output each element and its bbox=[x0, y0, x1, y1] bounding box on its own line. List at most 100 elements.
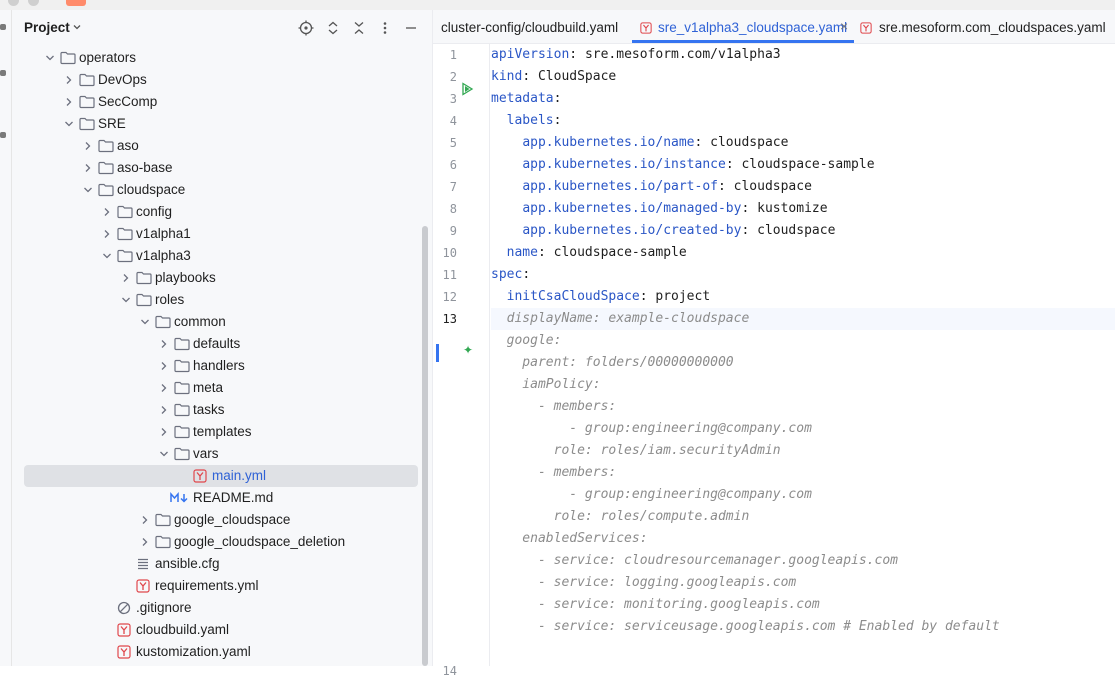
code-line[interactable]: role: roles/compute.admin bbox=[491, 506, 1115, 528]
tree-item[interactable]: aso bbox=[24, 135, 418, 157]
chevron-right-icon[interactable] bbox=[139, 514, 151, 526]
code-line[interactable]: google: bbox=[491, 330, 1115, 352]
chevron-down-icon[interactable] bbox=[82, 184, 94, 196]
window-control-icon[interactable] bbox=[28, 0, 39, 6]
tree-item[interactable]: ansible.cfg bbox=[24, 553, 418, 575]
more-icon[interactable] bbox=[375, 18, 395, 38]
tree-item[interactable]: common bbox=[24, 311, 418, 333]
code-line[interactable]: - service: logging.googleapis.com bbox=[491, 572, 1115, 594]
project-tool-icon[interactable] bbox=[0, 24, 6, 30]
chevron-right-icon[interactable] bbox=[158, 338, 170, 350]
code-line[interactable]: kind: CloudSpace bbox=[491, 66, 1115, 88]
scrollbar[interactable] bbox=[422, 226, 428, 666]
code-line[interactable]: - members: bbox=[491, 462, 1115, 484]
chevron-right-icon[interactable] bbox=[63, 96, 75, 108]
chevron-right-icon[interactable] bbox=[101, 206, 113, 218]
editor-tab[interactable]: sre.mesoform.com_cloudspaces.yaml bbox=[858, 10, 1115, 43]
code-line[interactable]: name: cloudspace-sample bbox=[491, 242, 1115, 264]
code-line[interactable]: app.kubernetes.io/part-of: cloudspace bbox=[491, 176, 1115, 198]
tree-item[interactable]: .gitignore bbox=[24, 597, 418, 619]
window-control-icon[interactable] bbox=[8, 0, 19, 6]
chevron-right-icon[interactable] bbox=[63, 74, 75, 86]
panel-title[interactable]: Project bbox=[24, 20, 70, 35]
code-line[interactable]: app.kubernetes.io/created-by: cloudspace bbox=[491, 220, 1115, 242]
tree-item[interactable]: playbooks bbox=[24, 267, 418, 289]
code-line[interactable]: initCsaCloudSpace: project bbox=[491, 286, 1115, 308]
tree-item[interactable]: templates bbox=[24, 421, 418, 443]
chevron-right-icon[interactable] bbox=[139, 536, 151, 548]
ai-suggestion-icon[interactable]: ✦ bbox=[463, 343, 473, 357]
tree-item[interactable]: DevOps bbox=[24, 69, 418, 91]
code-line[interactable]: displayName: example-cloudspace bbox=[491, 308, 1115, 330]
minimize-icon[interactable] bbox=[401, 18, 421, 38]
tool-icon[interactable] bbox=[0, 132, 6, 138]
tree-item[interactable]: operators bbox=[24, 47, 418, 69]
code-area[interactable]: apiVersion: sre.mesoform.com/v1alpha3 kin… bbox=[491, 44, 1115, 666]
editor-tab[interactable]: sre_v1alpha3_cloudspace.yaml × bbox=[632, 10, 854, 43]
tool-icon[interactable] bbox=[0, 70, 6, 76]
code-line[interactable]: - service: serviceusage.googleapis.com #… bbox=[491, 616, 1115, 638]
code-line[interactable]: parent: folders/00000000000 bbox=[491, 352, 1115, 374]
chevron-right-icon[interactable] bbox=[82, 162, 94, 174]
code-line[interactable] bbox=[491, 638, 1115, 660]
chevron-right-icon[interactable] bbox=[158, 404, 170, 416]
chevron-down-icon[interactable] bbox=[120, 294, 132, 306]
chevron-right-icon[interactable] bbox=[158, 382, 170, 394]
tree-item[interactable]: tasks bbox=[24, 399, 418, 421]
tree-item[interactable]: kustomization.yaml bbox=[24, 641, 418, 663]
tree-item[interactable]: config bbox=[24, 201, 418, 223]
line-number: 1 bbox=[449, 48, 457, 62]
code-line[interactable]: - members: bbox=[491, 396, 1115, 418]
code-line[interactable]: app.kubernetes.io/instance: cloudspace-s… bbox=[491, 154, 1115, 176]
tree-item[interactable]: meta bbox=[24, 377, 418, 399]
chevron-down-icon[interactable] bbox=[158, 448, 170, 460]
tree-item[interactable]: v1alpha1 bbox=[24, 223, 418, 245]
tree-item[interactable]: google_cloudspace_deletion bbox=[24, 531, 418, 553]
chevron-down-icon[interactable] bbox=[72, 22, 82, 32]
tree-item[interactable]: README.md bbox=[24, 487, 418, 509]
tree-item[interactable]: handlers bbox=[24, 355, 418, 377]
chevron-down-icon[interactable] bbox=[139, 316, 151, 328]
tree-item[interactable]: SRE bbox=[24, 113, 418, 135]
tree-item[interactable]: cloudspace bbox=[24, 179, 418, 201]
tree-item[interactable]: roles bbox=[24, 289, 418, 311]
tree-item[interactable]: cloudbuild.yaml bbox=[24, 619, 418, 641]
code-line[interactable]: labels: bbox=[491, 110, 1115, 132]
tree-item[interactable]: google_cloudspace bbox=[24, 509, 418, 531]
close-icon[interactable]: × bbox=[840, 18, 848, 34]
code-line[interactable]: role: roles/iam.securityAdmin bbox=[491, 440, 1115, 462]
code-line[interactable]: apiVersion: sre.mesoform.com/v1alpha3 bbox=[491, 44, 1115, 66]
chevron-right-icon[interactable] bbox=[158, 426, 170, 438]
tree-item[interactable]: main.yml bbox=[24, 465, 418, 487]
chevron-down-icon[interactable] bbox=[101, 250, 113, 262]
code-line[interactable]: - service: cloudresourcemanager.googleap… bbox=[491, 550, 1115, 572]
code-line[interactable]: app.kubernetes.io/managed-by: kustomize bbox=[491, 198, 1115, 220]
run-icon[interactable] bbox=[460, 82, 474, 96]
code-line[interactable]: - group:engineering@company.com bbox=[491, 418, 1115, 440]
tree-item[interactable]: aso-base bbox=[24, 157, 418, 179]
code-line[interactable]: enabledServices: bbox=[491, 528, 1115, 550]
tree-item[interactable]: v1alpha3 bbox=[24, 245, 418, 267]
tree-item[interactable]: defaults bbox=[24, 333, 418, 355]
chevron-right-icon[interactable] bbox=[158, 360, 170, 372]
code-line[interactable]: - group:engineering@company.com bbox=[491, 484, 1115, 506]
target-icon[interactable] bbox=[296, 18, 316, 38]
code-line[interactable]: - service: monitoring.googleapis.com bbox=[491, 594, 1115, 616]
chevron-right-icon[interactable] bbox=[82, 140, 94, 152]
code-line[interactable]: app.kubernetes.io/name: cloudspace bbox=[491, 132, 1115, 154]
code-line[interactable]: iamPolicy: bbox=[491, 374, 1115, 396]
change-marker[interactable] bbox=[436, 344, 439, 362]
tree-item[interactable]: SecComp bbox=[24, 91, 418, 113]
chevron-right-icon[interactable] bbox=[101, 228, 113, 240]
code-line[interactable]: metadata: bbox=[491, 88, 1115, 110]
chevron-right-icon[interactable] bbox=[120, 272, 132, 284]
tree-item[interactable]: vars bbox=[24, 443, 418, 465]
tree-item[interactable]: requirements.yml bbox=[24, 575, 418, 597]
code-line[interactable] bbox=[491, 660, 1115, 682]
collapse-icon[interactable] bbox=[349, 18, 369, 38]
chevron-down-icon[interactable] bbox=[63, 118, 75, 130]
editor-tab[interactable]: cluster-config/cloudbuild.yaml bbox=[433, 10, 625, 43]
chevron-down-icon[interactable] bbox=[44, 52, 56, 64]
expand-icon[interactable] bbox=[323, 18, 343, 38]
code-line[interactable]: spec: bbox=[491, 264, 1115, 286]
